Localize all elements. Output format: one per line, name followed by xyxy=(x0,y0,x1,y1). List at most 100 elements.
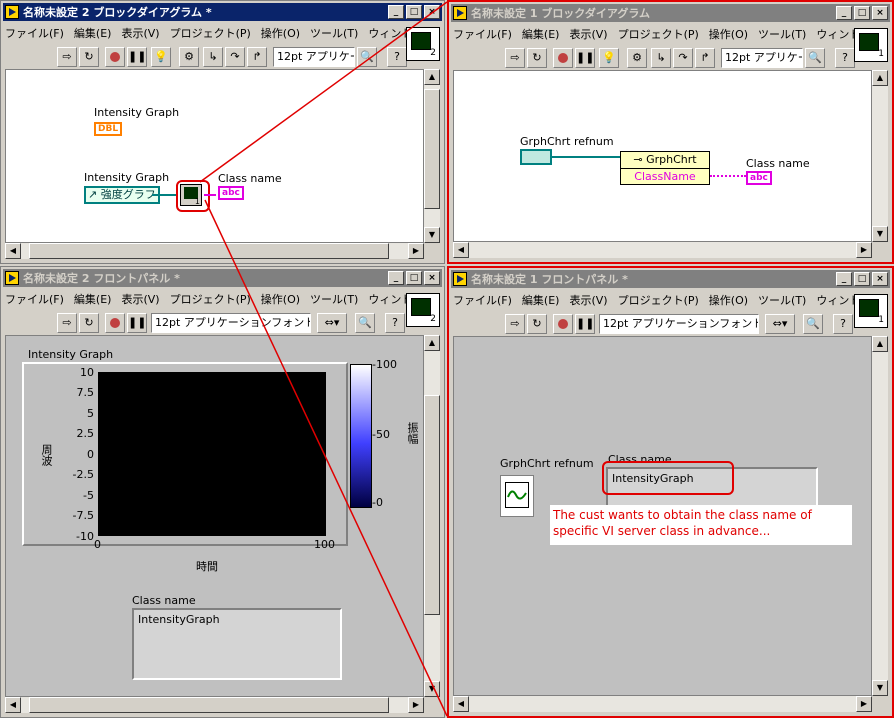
menu-file[interactable]: ファイル(F) xyxy=(453,26,512,42)
run-icon[interactable]: ⇨ xyxy=(505,48,525,68)
run-continuously-icon[interactable]: ↻ xyxy=(527,48,547,68)
scroll-right-icon[interactable]: ▶ xyxy=(856,696,872,712)
plot-area[interactable] xyxy=(98,372,326,536)
abort-icon[interactable] xyxy=(553,314,573,334)
close-button[interactable]: × xyxy=(424,5,440,19)
front-panel-canvas[interactable]: GrphChrt refnum Class name IntensityGrap… xyxy=(453,336,872,696)
font-selector[interactable]: 12pt アプリケーショ xyxy=(273,47,355,67)
pause-icon[interactable]: ❚❚ xyxy=(127,313,147,333)
help-icon[interactable]: ? xyxy=(387,47,407,67)
menu-tools[interactable]: ツール(T) xyxy=(310,291,358,307)
pause-icon[interactable]: ❚❚ xyxy=(575,48,595,68)
scroll-up-icon[interactable]: ▲ xyxy=(872,336,888,352)
run-icon[interactable]: ⇨ xyxy=(505,314,525,334)
maximize-button[interactable]: □ xyxy=(854,272,870,286)
vi-icon[interactable]: 1 xyxy=(854,294,888,328)
run-continuously-icon[interactable]: ↻ xyxy=(527,314,547,334)
scroll-thumb[interactable] xyxy=(29,243,389,259)
menu-operate[interactable]: 操作(O) xyxy=(709,26,748,42)
scroll-left-icon[interactable]: ◀ xyxy=(5,697,21,713)
scroll-thumb[interactable] xyxy=(424,395,440,615)
scroll-down-icon[interactable]: ▼ xyxy=(424,227,440,243)
menu-project[interactable]: プロジェクト(P) xyxy=(170,25,251,41)
font-selector[interactable]: 12pt アプリケーシ xyxy=(721,48,803,68)
help-icon[interactable]: ? xyxy=(385,313,405,333)
menu-operate[interactable]: 操作(O) xyxy=(261,291,300,307)
scroll-up-icon[interactable]: ▲ xyxy=(872,70,888,86)
scroll-left-icon[interactable]: ◀ xyxy=(453,242,469,258)
retain-wire-values-icon[interactable]: ⚙ xyxy=(179,47,199,67)
property-node[interactable]: ⊸ GrphChrt ClassName xyxy=(620,151,710,185)
search-icon[interactable]: 🔍 xyxy=(357,47,377,67)
minimize-button[interactable]: _ xyxy=(836,272,852,286)
run-icon[interactable]: ⇨ xyxy=(57,47,77,67)
menu-project[interactable]: プロジェクト(P) xyxy=(618,292,699,308)
maximize-button[interactable]: □ xyxy=(406,271,422,285)
vertical-scrollbar[interactable]: ▲ ▼ xyxy=(424,69,440,243)
property-classname[interactable]: ClassName xyxy=(621,169,709,185)
step-out-icon[interactable]: ↱ xyxy=(695,48,715,68)
dbl-terminal[interactable]: DBL xyxy=(94,122,123,136)
grphchrt-refnum-terminal[interactable] xyxy=(520,149,552,165)
menu-edit[interactable]: 編集(E) xyxy=(74,25,112,41)
menu-view[interactable]: 表示(V) xyxy=(121,25,159,41)
menu-operate[interactable]: 操作(O) xyxy=(709,292,748,308)
title-bar[interactable]: 名称未設定 1 フロントパネル * _ □ × xyxy=(451,270,890,288)
step-out-icon[interactable]: ↱ xyxy=(247,47,267,67)
scroll-down-icon[interactable]: ▼ xyxy=(424,681,440,697)
menu-tools[interactable]: ツール(T) xyxy=(758,26,806,42)
step-over-icon[interactable]: ↷ xyxy=(225,47,245,67)
help-icon[interactable]: ? xyxy=(835,48,855,68)
class-name-terminal[interactable]: abc xyxy=(218,186,244,200)
menu-operate[interactable]: 操作(O) xyxy=(261,25,300,41)
horizontal-scrollbar[interactable]: ◀ ▶ xyxy=(453,696,872,712)
abort-icon[interactable] xyxy=(105,313,125,333)
minimize-button[interactable]: _ xyxy=(836,6,852,20)
intensity-graph-reference[interactable]: ↗ 強度グラフ xyxy=(84,186,160,204)
scroll-up-icon[interactable]: ▲ xyxy=(424,69,440,85)
minimize-button[interactable]: _ xyxy=(388,5,404,19)
graph-refnum-icon[interactable] xyxy=(500,475,534,517)
menu-view[interactable]: 表示(V) xyxy=(121,291,159,307)
minimize-button[interactable]: _ xyxy=(388,271,404,285)
scroll-left-icon[interactable]: ◀ xyxy=(453,696,469,712)
menu-edit[interactable]: 編集(E) xyxy=(522,26,560,42)
search-icon[interactable]: 🔍 xyxy=(803,314,823,334)
vi-icon[interactable]: 1 xyxy=(854,28,888,62)
title-bar[interactable]: 名称未設定 2 フロントパネル * _ □ × xyxy=(3,269,442,287)
scroll-down-icon[interactable]: ▼ xyxy=(872,680,888,696)
close-button[interactable]: × xyxy=(872,272,888,286)
scroll-right-icon[interactable]: ▶ xyxy=(408,243,424,259)
abort-icon[interactable] xyxy=(553,48,573,68)
menu-file[interactable]: ファイル(F) xyxy=(5,25,64,41)
scroll-thumb[interactable] xyxy=(29,697,389,713)
align-objects-icon[interactable]: ⇔▾ xyxy=(317,313,347,333)
vi-icon[interactable]: 2 xyxy=(406,27,440,61)
menu-tools[interactable]: ツール(T) xyxy=(758,292,806,308)
menu-edit[interactable]: 編集(E) xyxy=(74,291,112,307)
maximize-button[interactable]: □ xyxy=(854,6,870,20)
horizontal-scrollbar[interactable]: ◀ ▶ xyxy=(5,243,424,259)
menu-tools[interactable]: ツール(T) xyxy=(310,25,358,41)
vertical-scrollbar[interactable]: ▲ ▼ xyxy=(424,335,440,697)
align-objects-icon[interactable]: ⇔▾ xyxy=(765,314,795,334)
scroll-thumb[interactable] xyxy=(424,89,440,209)
search-icon[interactable]: 🔍 xyxy=(355,313,375,333)
vi-icon[interactable]: 2 xyxy=(406,293,440,327)
pause-icon[interactable]: ❚❚ xyxy=(575,314,595,334)
scroll-up-icon[interactable]: ▲ xyxy=(424,335,440,351)
scroll-right-icon[interactable]: ▶ xyxy=(856,242,872,258)
menu-edit[interactable]: 編集(E) xyxy=(522,292,560,308)
help-icon[interactable]: ? xyxy=(833,314,853,334)
vertical-scrollbar[interactable]: ▲ ▼ xyxy=(872,336,888,696)
maximize-button[interactable]: □ xyxy=(406,5,422,19)
font-selector[interactable]: 12pt アプリケーションフォント xyxy=(151,313,311,333)
search-icon[interactable]: 🔍 xyxy=(805,48,825,68)
menu-file[interactable]: ファイル(F) xyxy=(453,292,512,308)
menu-project[interactable]: プロジェクト(P) xyxy=(170,291,251,307)
highlight-execution-icon[interactable]: 💡 xyxy=(599,48,619,68)
menu-project[interactable]: プロジェクト(P) xyxy=(618,26,699,42)
close-button[interactable]: × xyxy=(872,6,888,20)
diagram-canvas[interactable]: GrphChrt refnum ⊸ GrphChrt ClassName Cla… xyxy=(453,70,872,242)
diagram-canvas[interactable]: Intensity Graph DBL Intensity Graph ↗ 強度… xyxy=(5,69,424,243)
